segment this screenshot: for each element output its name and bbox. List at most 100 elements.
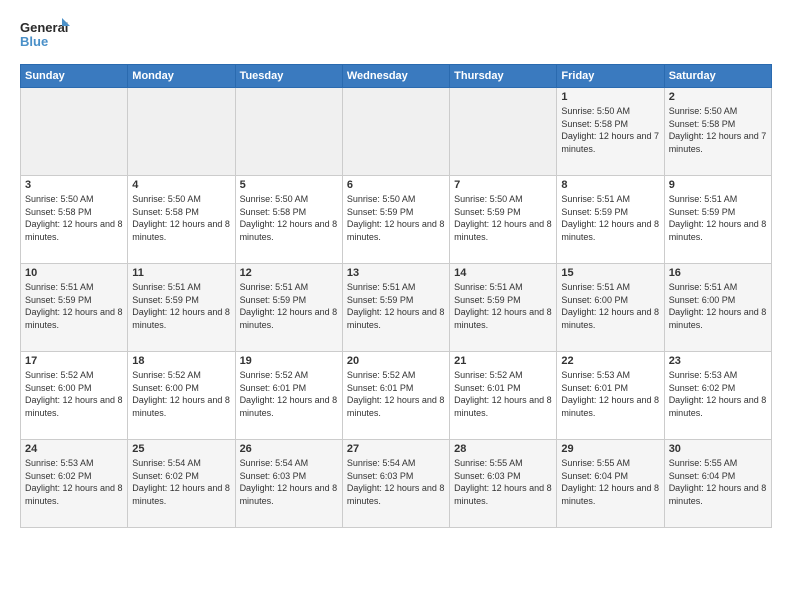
day-cell: 7Sunrise: 5:50 AMSunset: 5:59 PMDaylight… — [450, 176, 557, 264]
cell-info: Sunrise: 5:53 AMSunset: 6:02 PMDaylight:… — [25, 457, 123, 507]
cell-info: Sunrise: 5:52 AMSunset: 6:01 PMDaylight:… — [240, 369, 338, 419]
day-cell — [235, 88, 342, 176]
day-cell: 2 Sunrise: 5:50 AMSunset: 5:58 PMDaylight… — [664, 88, 771, 176]
day-cell: 29 Sunrise: 5:55 AMSunset: 6:04 PMDayligh… — [557, 440, 664, 528]
logo: General Blue — [20, 16, 70, 56]
day-number: 17 — [25, 355, 123, 367]
page: General Blue SundayMondayTuesdayWednesda… — [0, 0, 792, 612]
week-row-4: 17 Sunrise: 5:52 AMSunset: 6:00 PMDayligh… — [21, 352, 772, 440]
col-header-tuesday: Tuesday — [235, 65, 342, 88]
cell-info: Sunrise: 5:51 AMSunset: 6:00 PMDaylight:… — [561, 281, 659, 331]
day-number: 22 — [561, 355, 659, 367]
day-cell: 23 Sunrise: 5:53 AMSunset: 6:02 PMDayligh… — [664, 352, 771, 440]
day-number: 1 — [561, 91, 659, 103]
cell-info: Sunrise: 5:53 AMSunset: 6:02 PMDaylight:… — [669, 369, 767, 419]
day-cell: 14 Sunrise: 5:51 AMSunset: 5:59 PMDayligh… — [450, 264, 557, 352]
cell-info: Sunrise: 5:50 AMSunset: 5:58 PMDaylight:… — [132, 193, 230, 243]
svg-text:General: General — [20, 20, 68, 35]
week-row-3: 10 Sunrise: 5:51 AMSunset: 5:59 PMDayligh… — [21, 264, 772, 352]
day-number: 10 — [25, 267, 123, 279]
day-cell — [450, 88, 557, 176]
day-number: 20 — [347, 355, 445, 367]
day-cell: 9 Sunrise: 5:51 AMSunset: 5:59 PMDaylight… — [664, 176, 771, 264]
day-cell — [21, 88, 128, 176]
day-number: 15 — [561, 267, 659, 279]
day-number: 9 — [669, 179, 767, 191]
day-number: 8 — [561, 179, 659, 191]
day-cell: 28Sunrise: 5:55 AMSunset: 6:03 PMDayligh… — [450, 440, 557, 528]
day-cell: 3 Sunrise: 5:50 AMSunset: 5:58 PMDaylight… — [21, 176, 128, 264]
day-number: 14 — [454, 267, 552, 279]
cell-info: Sunrise: 5:53 AMSunset: 6:01 PMDaylight:… — [561, 369, 659, 419]
col-header-thursday: Thursday — [450, 65, 557, 88]
cell-info: Sunrise: 5:50 AMSunset: 5:58 PMDaylight:… — [561, 105, 659, 155]
cell-info: Sunrise: 5:51 AMSunset: 5:59 PMDaylight:… — [669, 193, 767, 243]
day-number: 18 — [132, 355, 230, 367]
cell-info: Sunrise: 5:55 AMSunset: 6:04 PMDaylight:… — [669, 457, 767, 507]
day-number: 5 — [240, 179, 338, 191]
cell-info: Sunrise: 5:50 AMSunset: 5:59 PMDaylight:… — [347, 193, 445, 243]
cell-info: Sunrise: 5:50 AMSunset: 5:59 PMDaylight:… — [454, 193, 552, 243]
cell-info: Sunrise: 5:51 AMSunset: 5:59 PMDaylight:… — [240, 281, 338, 331]
cell-info: Sunrise: 5:51 AMSunset: 5:59 PMDaylight:… — [25, 281, 123, 331]
week-row-5: 24 Sunrise: 5:53 AMSunset: 6:02 PMDayligh… — [21, 440, 772, 528]
cell-info: Sunrise: 5:52 AMSunset: 6:01 PMDaylight:… — [454, 369, 552, 419]
day-cell: 6 Sunrise: 5:50 AMSunset: 5:59 PMDaylight… — [342, 176, 449, 264]
day-number: 23 — [669, 355, 767, 367]
day-cell: 1 Sunrise: 5:50 AMSunset: 5:58 PMDaylight… — [557, 88, 664, 176]
week-row-1: 1 Sunrise: 5:50 AMSunset: 5:58 PMDaylight… — [21, 88, 772, 176]
day-number: 25 — [132, 443, 230, 455]
day-number: 2 — [669, 91, 767, 103]
cell-info: Sunrise: 5:52 AMSunset: 6:00 PMDaylight:… — [132, 369, 230, 419]
day-cell: 19Sunrise: 5:52 AMSunset: 6:01 PMDayligh… — [235, 352, 342, 440]
cell-info: Sunrise: 5:50 AMSunset: 5:58 PMDaylight:… — [25, 193, 123, 243]
col-header-saturday: Saturday — [664, 65, 771, 88]
day-cell: 8 Sunrise: 5:51 AMSunset: 5:59 PMDaylight… — [557, 176, 664, 264]
day-number: 3 — [25, 179, 123, 191]
day-cell: 17 Sunrise: 5:52 AMSunset: 6:00 PMDayligh… — [21, 352, 128, 440]
week-row-2: 3 Sunrise: 5:50 AMSunset: 5:58 PMDaylight… — [21, 176, 772, 264]
day-number: 11 — [132, 267, 230, 279]
svg-text:Blue: Blue — [20, 34, 48, 49]
day-cell — [342, 88, 449, 176]
day-cell: 15 Sunrise: 5:51 AMSunset: 6:00 PMDayligh… — [557, 264, 664, 352]
cell-info: Sunrise: 5:51 AMSunset: 6:00 PMDaylight:… — [669, 281, 767, 331]
day-cell: 18 Sunrise: 5:52 AMSunset: 6:00 PMDayligh… — [128, 352, 235, 440]
day-cell: 13 Sunrise: 5:51 AMSunset: 5:59 PMDayligh… — [342, 264, 449, 352]
day-cell — [128, 88, 235, 176]
header-row: SundayMondayTuesdayWednesdayThursdayFrid… — [21, 65, 772, 88]
day-number: 16 — [669, 267, 767, 279]
day-number: 24 — [25, 443, 123, 455]
col-header-sunday: Sunday — [21, 65, 128, 88]
day-number: 6 — [347, 179, 445, 191]
day-number: 28 — [454, 443, 552, 455]
cell-info: Sunrise: 5:52 AMSunset: 6:00 PMDaylight:… — [25, 369, 123, 419]
day-number: 26 — [240, 443, 338, 455]
day-cell: 11Sunrise: 5:51 AMSunset: 5:59 PMDayligh… — [128, 264, 235, 352]
cell-info: Sunrise: 5:55 AMSunset: 6:04 PMDaylight:… — [561, 457, 659, 507]
cell-info: Sunrise: 5:54 AMSunset: 6:03 PMDaylight:… — [347, 457, 445, 507]
cell-info: Sunrise: 5:51 AMSunset: 5:59 PMDaylight:… — [561, 193, 659, 243]
day-cell: 20 Sunrise: 5:52 AMSunset: 6:01 PMDayligh… — [342, 352, 449, 440]
day-number: 29 — [561, 443, 659, 455]
day-cell: 30Sunrise: 5:55 AMSunset: 6:04 PMDayligh… — [664, 440, 771, 528]
header: General Blue — [20, 16, 772, 56]
day-number: 27 — [347, 443, 445, 455]
col-header-wednesday: Wednesday — [342, 65, 449, 88]
day-cell: 26Sunrise: 5:54 AMSunset: 6:03 PMDayligh… — [235, 440, 342, 528]
cell-info: Sunrise: 5:50 AMSunset: 5:58 PMDaylight:… — [669, 105, 767, 155]
cell-info: Sunrise: 5:50 AMSunset: 5:58 PMDaylight:… — [240, 193, 338, 243]
day-cell: 27 Sunrise: 5:54 AMSunset: 6:03 PMDayligh… — [342, 440, 449, 528]
day-cell: 21Sunrise: 5:52 AMSunset: 6:01 PMDayligh… — [450, 352, 557, 440]
day-cell: 25 Sunrise: 5:54 AMSunset: 6:02 PMDayligh… — [128, 440, 235, 528]
cell-info: Sunrise: 5:54 AMSunset: 6:02 PMDaylight:… — [132, 457, 230, 507]
day-cell: 22 Sunrise: 5:53 AMSunset: 6:01 PMDayligh… — [557, 352, 664, 440]
day-number: 4 — [132, 179, 230, 191]
day-cell: 5 Sunrise: 5:50 AMSunset: 5:58 PMDaylight… — [235, 176, 342, 264]
day-number: 13 — [347, 267, 445, 279]
day-cell: 16 Sunrise: 5:51 AMSunset: 6:00 PMDayligh… — [664, 264, 771, 352]
cell-info: Sunrise: 5:51 AMSunset: 5:59 PMDaylight:… — [454, 281, 552, 331]
cell-info: Sunrise: 5:51 AMSunset: 5:59 PMDaylight:… — [347, 281, 445, 331]
cell-info: Sunrise: 5:52 AMSunset: 6:01 PMDaylight:… — [347, 369, 445, 419]
logo-svg: General Blue — [20, 16, 70, 56]
